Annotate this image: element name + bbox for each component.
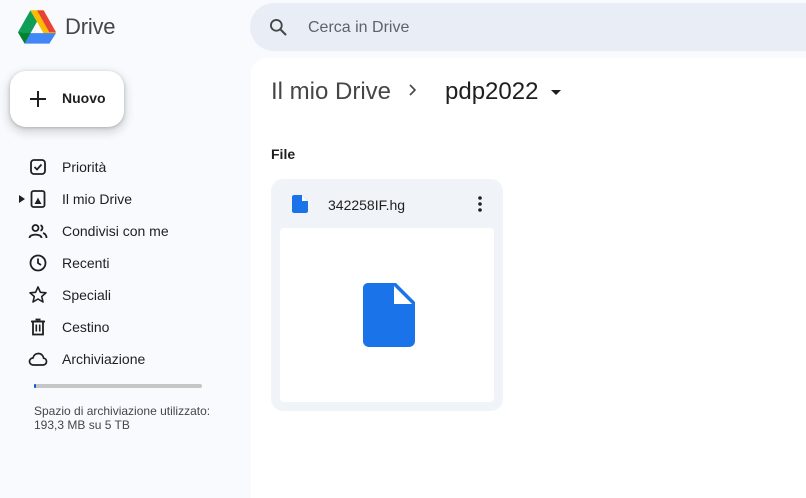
sidebar-item-label: Cestino — [62, 319, 110, 335]
new-button[interactable]: Nuovo — [10, 71, 124, 127]
caret-down-icon[interactable] — [550, 89, 562, 97]
sidebar-item-starred[interactable]: Speciali — [0, 279, 250, 311]
app-name: Drive — [65, 14, 116, 39]
search-icon[interactable] — [268, 17, 288, 37]
sidebar-item-label: Priorità — [62, 159, 107, 175]
storage-progress-fill — [34, 384, 36, 388]
trash-icon — [31, 318, 45, 336]
star-icon — [29, 286, 47, 303]
breadcrumb-root[interactable]: Il mio Drive — [271, 78, 391, 106]
cloud-icon — [28, 352, 48, 366]
more-vert-icon[interactable] — [475, 195, 485, 213]
sidebar-item-label: Il mio Drive — [62, 191, 133, 207]
section-title: File — [271, 146, 296, 162]
sidebar-item-label: Condivisi con me — [62, 223, 169, 239]
drive-logo[interactable]: Drive — [18, 9, 116, 45]
storage-text: Spazio di archiviazione utilizzato: 193,… — [34, 404, 211, 432]
drive-logo-icon — [18, 10, 56, 44]
expand-arrow-icon[interactable] — [19, 195, 25, 203]
file-card[interactable]: 342258IF.hg — [271, 179, 503, 411]
main-content: Il mio Drive pdp2022 File 342258IF.hg — [251, 58, 806, 498]
sidebar-item-shared[interactable]: Condivisi con me — [0, 215, 250, 247]
clock-icon — [29, 254, 47, 272]
search-input[interactable] — [306, 3, 806, 53]
sidebar-item-label: Archiviazione — [62, 351, 146, 367]
sidebar-item-recent[interactable]: Recenti — [0, 247, 250, 279]
sidebar-item-my-drive[interactable]: Il mio Drive — [0, 183, 250, 215]
file-preview[interactable] — [280, 228, 494, 402]
people-icon — [28, 224, 48, 239]
breadcrumb-current[interactable]: pdp2022 — [445, 78, 538, 106]
new-button-label: Nuovo — [62, 90, 106, 106]
storage-progress-bar — [34, 384, 202, 388]
check-circle-icon — [30, 159, 46, 175]
sidebar-nav: Priorità Il mio Drive Condivisi con me R… — [0, 151, 250, 375]
sidebar-item-label: Speciali — [62, 287, 112, 303]
search-bar[interactable] — [250, 3, 806, 53]
sidebar-item-storage[interactable]: Archiviazione — [0, 343, 250, 375]
my-drive-icon — [30, 190, 46, 208]
sidebar-item-priorita[interactable]: Priorità — [0, 151, 250, 183]
sidebar-item-label: Recenti — [62, 255, 110, 271]
chevron-right-icon — [409, 84, 417, 96]
sidebar-item-trash[interactable]: Cestino — [0, 311, 250, 343]
file-preview-icon — [363, 283, 415, 347]
plus-icon — [30, 91, 46, 107]
file-name: 342258IF.hg — [328, 197, 406, 213]
file-icon — [292, 195, 308, 213]
